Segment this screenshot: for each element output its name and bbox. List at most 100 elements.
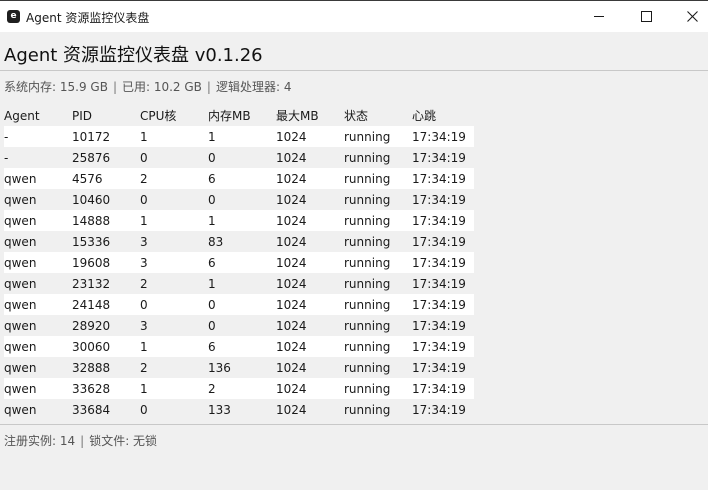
cell-pid: 24148 <box>72 297 111 312</box>
cell-agent: qwen <box>4 297 37 312</box>
minimize-icon <box>594 16 604 17</box>
cell-cpu: 1 <box>140 213 148 228</box>
cell-heartbeat: 17:34:19 <box>412 318 466 333</box>
used-memory-label: 已用: 10.2 GB <box>121 80 202 94</box>
cell-agent: qwen <box>4 402 37 417</box>
footer-divider <box>0 424 708 425</box>
maximize-icon <box>640 11 652 22</box>
column-header-memory[interactable]: 内存MB <box>208 105 276 126</box>
page-title: Agent 资源监控仪表盘 v0.1.26 <box>4 45 263 66</box>
cell-memory: 6 <box>208 255 216 270</box>
cell-max-memory: 1024 <box>276 297 307 312</box>
close-icon <box>686 11 698 22</box>
cell-cpu: 3 <box>140 255 148 270</box>
cell-agent: qwen <box>4 318 37 333</box>
minimize-button[interactable] <box>576 1 622 32</box>
cell-pid: 10172 <box>72 129 111 144</box>
cell-memory: 1 <box>208 276 216 291</box>
cell-pid: 4576 <box>72 171 103 186</box>
table-row[interactable]: qwen 33628 1 2 1024 running 17:34:19 <box>4 378 474 399</box>
cell-heartbeat: 17:34:19 <box>412 192 466 207</box>
cell-status: running <box>344 129 391 144</box>
cell-cpu: 1 <box>140 339 148 354</box>
title-bar[interactable]: e Agent 资源监控仪表盘 <box>0 0 708 32</box>
cell-heartbeat: 17:34:19 <box>412 360 466 375</box>
cell-pid: 23132 <box>72 276 111 291</box>
cell-heartbeat: 17:34:19 <box>412 255 466 270</box>
cell-max-memory: 1024 <box>276 339 307 354</box>
maximize-button[interactable] <box>623 1 669 32</box>
cell-agent: qwen <box>4 276 37 291</box>
cell-max-memory: 1024 <box>276 171 307 186</box>
cell-max-memory: 1024 <box>276 129 307 144</box>
cell-status: running <box>344 192 391 207</box>
separator: | <box>206 80 211 94</box>
table-row[interactable]: qwen 10460 0 0 1024 running 17:34:19 <box>4 189 474 210</box>
column-header-max-memory[interactable]: 最大MB <box>276 105 344 126</box>
cell-cpu: 0 <box>140 150 148 165</box>
cell-agent: qwen <box>4 213 37 228</box>
cell-agent: qwen <box>4 339 37 354</box>
window-title: Agent 资源监控仪表盘 <box>26 11 150 25</box>
table-row[interactable]: qwen 4576 2 6 1024 running 17:34:19 <box>4 168 474 189</box>
column-header-cpu[interactable]: CPU核 <box>140 105 208 126</box>
table-row[interactable]: qwen 30060 1 6 1024 running 17:34:19 <box>4 336 474 357</box>
cell-pid: 30060 <box>72 339 111 354</box>
table-row[interactable]: - 25876 0 0 1024 running 17:34:19 <box>4 147 474 168</box>
cell-status: running <box>344 276 391 291</box>
cell-memory: 0 <box>208 297 216 312</box>
cell-pid: 28920 <box>72 318 111 333</box>
table-row[interactable]: - 10172 1 1 1024 running 17:34:19 <box>4 126 474 147</box>
system-info: 系统内存: 15.9 GB | 已用: 10.2 GB | 逻辑处理器: 4 <box>4 78 291 95</box>
cell-max-memory: 1024 <box>276 318 307 333</box>
cell-agent: qwen <box>4 381 37 396</box>
cell-max-memory: 1024 <box>276 402 307 417</box>
cell-heartbeat: 17:34:19 <box>412 276 466 291</box>
cell-status: running <box>344 360 391 375</box>
cell-status: running <box>344 255 391 270</box>
separator: | <box>80 434 85 448</box>
cell-max-memory: 1024 <box>276 381 307 396</box>
cell-memory: 1 <box>208 213 216 228</box>
cell-cpu: 1 <box>140 381 148 396</box>
table-row[interactable]: qwen 32888 2 136 1024 running 17:34:19 <box>4 357 474 378</box>
cell-memory: 83 <box>208 234 224 249</box>
table-row[interactable]: qwen 28920 3 0 1024 running 17:34:19 <box>4 315 474 336</box>
cell-heartbeat: 17:34:19 <box>412 381 466 396</box>
registered-instances-label: 注册实例: 14 <box>4 434 76 448</box>
table-header-row: Agent PID CPU核 内存MB 最大MB 状态 心跳 <box>4 105 474 126</box>
column-header-heartbeat[interactable]: 心跳 <box>412 105 474 126</box>
cell-agent: qwen <box>4 171 37 186</box>
close-button[interactable] <box>669 1 708 32</box>
column-header-agent[interactable]: Agent <box>4 105 72 126</box>
cell-status: running <box>344 339 391 354</box>
cell-cpu: 2 <box>140 276 148 291</box>
cell-pid: 14888 <box>72 213 111 228</box>
cell-pid: 33628 <box>72 381 111 396</box>
table-row[interactable]: qwen 24148 0 0 1024 running 17:34:19 <box>4 294 474 315</box>
cell-agent: qwen <box>4 234 37 249</box>
cell-agent: - <box>4 150 9 165</box>
table-row[interactable]: qwen 23132 2 1 1024 running 17:34:19 <box>4 273 474 294</box>
cell-agent: - <box>4 129 9 144</box>
table-row[interactable]: qwen 19608 3 6 1024 running 17:34:19 <box>4 252 474 273</box>
column-header-status[interactable]: 状态 <box>344 105 412 126</box>
system-memory-label: 系统内存: 15.9 GB <box>4 80 108 94</box>
cell-pid: 10460 <box>72 192 111 207</box>
cell-memory: 133 <box>208 402 231 417</box>
logical-processors-label: 逻辑处理器: 4 <box>215 80 292 94</box>
table-row[interactable]: qwen 33684 0 133 1024 running 17:34:19 <box>4 399 474 420</box>
status-footer: 注册实例: 14 | 锁文件: 无锁 <box>4 432 157 449</box>
cell-status: running <box>344 318 391 333</box>
cell-max-memory: 1024 <box>276 360 307 375</box>
cell-pid: 25876 <box>72 150 111 165</box>
table-row[interactable]: qwen 14888 1 1 1024 running 17:34:19 <box>4 210 474 231</box>
cell-agent: qwen <box>4 360 37 375</box>
cell-heartbeat: 17:34:19 <box>412 213 466 228</box>
table-row[interactable]: qwen 15336 3 83 1024 running 17:34:19 <box>4 231 474 252</box>
table-body: - 10172 1 1 1024 running 17:34:19 - 25876 0 0 1024 r… <box>4 126 474 420</box>
cell-status: running <box>344 234 391 249</box>
cell-status: running <box>344 402 391 417</box>
cell-max-memory: 1024 <box>276 255 307 270</box>
column-header-pid[interactable]: PID <box>72 105 140 126</box>
